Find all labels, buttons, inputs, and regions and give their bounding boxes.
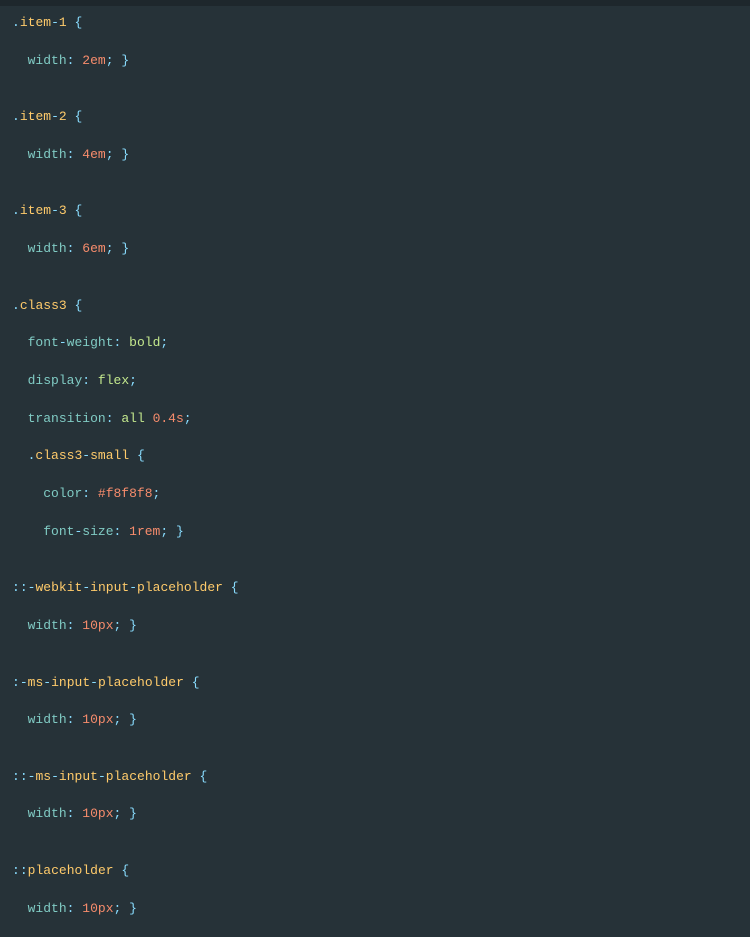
css-declaration-line: transition: all 0.4s;	[12, 410, 750, 429]
css-declaration-line: width: 6em; }	[12, 240, 750, 259]
css-selector-line: .class3-small {	[12, 447, 750, 466]
css-selector-line: ::-webkit-input-placeholder {	[12, 579, 750, 598]
css-declaration-line: font-weight: bold;	[12, 334, 750, 353]
css-declaration-line: width: 4em; }	[12, 146, 750, 165]
css-selector-line: ::placeholder {	[12, 862, 750, 881]
css-selector-line: .item-3 {	[12, 202, 750, 221]
css-selector-line: .class3 {	[12, 297, 750, 316]
css-declaration-line: width: 2em; }	[12, 52, 750, 71]
css-declaration-line: display: flex;	[12, 372, 750, 391]
css-declaration-line: width: 10px; }	[12, 900, 750, 919]
css-selector-line: .item-1 {	[12, 14, 750, 33]
code-editor-content[interactable]: .item-1 { width: 2em; } .item-2 { width:…	[0, 6, 750, 937]
css-selector-line: .item-2 {	[12, 108, 750, 127]
css-declaration-line: color: #f8f8f8;	[12, 485, 750, 504]
css-declaration-line: width: 10px; }	[12, 617, 750, 636]
css-selector-line: :-ms-input-placeholder {	[12, 674, 750, 693]
css-declaration-line: width: 10px; }	[12, 805, 750, 824]
css-selector-line: ::-ms-input-placeholder {	[12, 768, 750, 787]
css-declaration-line: width: 10px; }	[12, 711, 750, 730]
css-declaration-line: font-size: 1rem; }	[12, 523, 750, 542]
